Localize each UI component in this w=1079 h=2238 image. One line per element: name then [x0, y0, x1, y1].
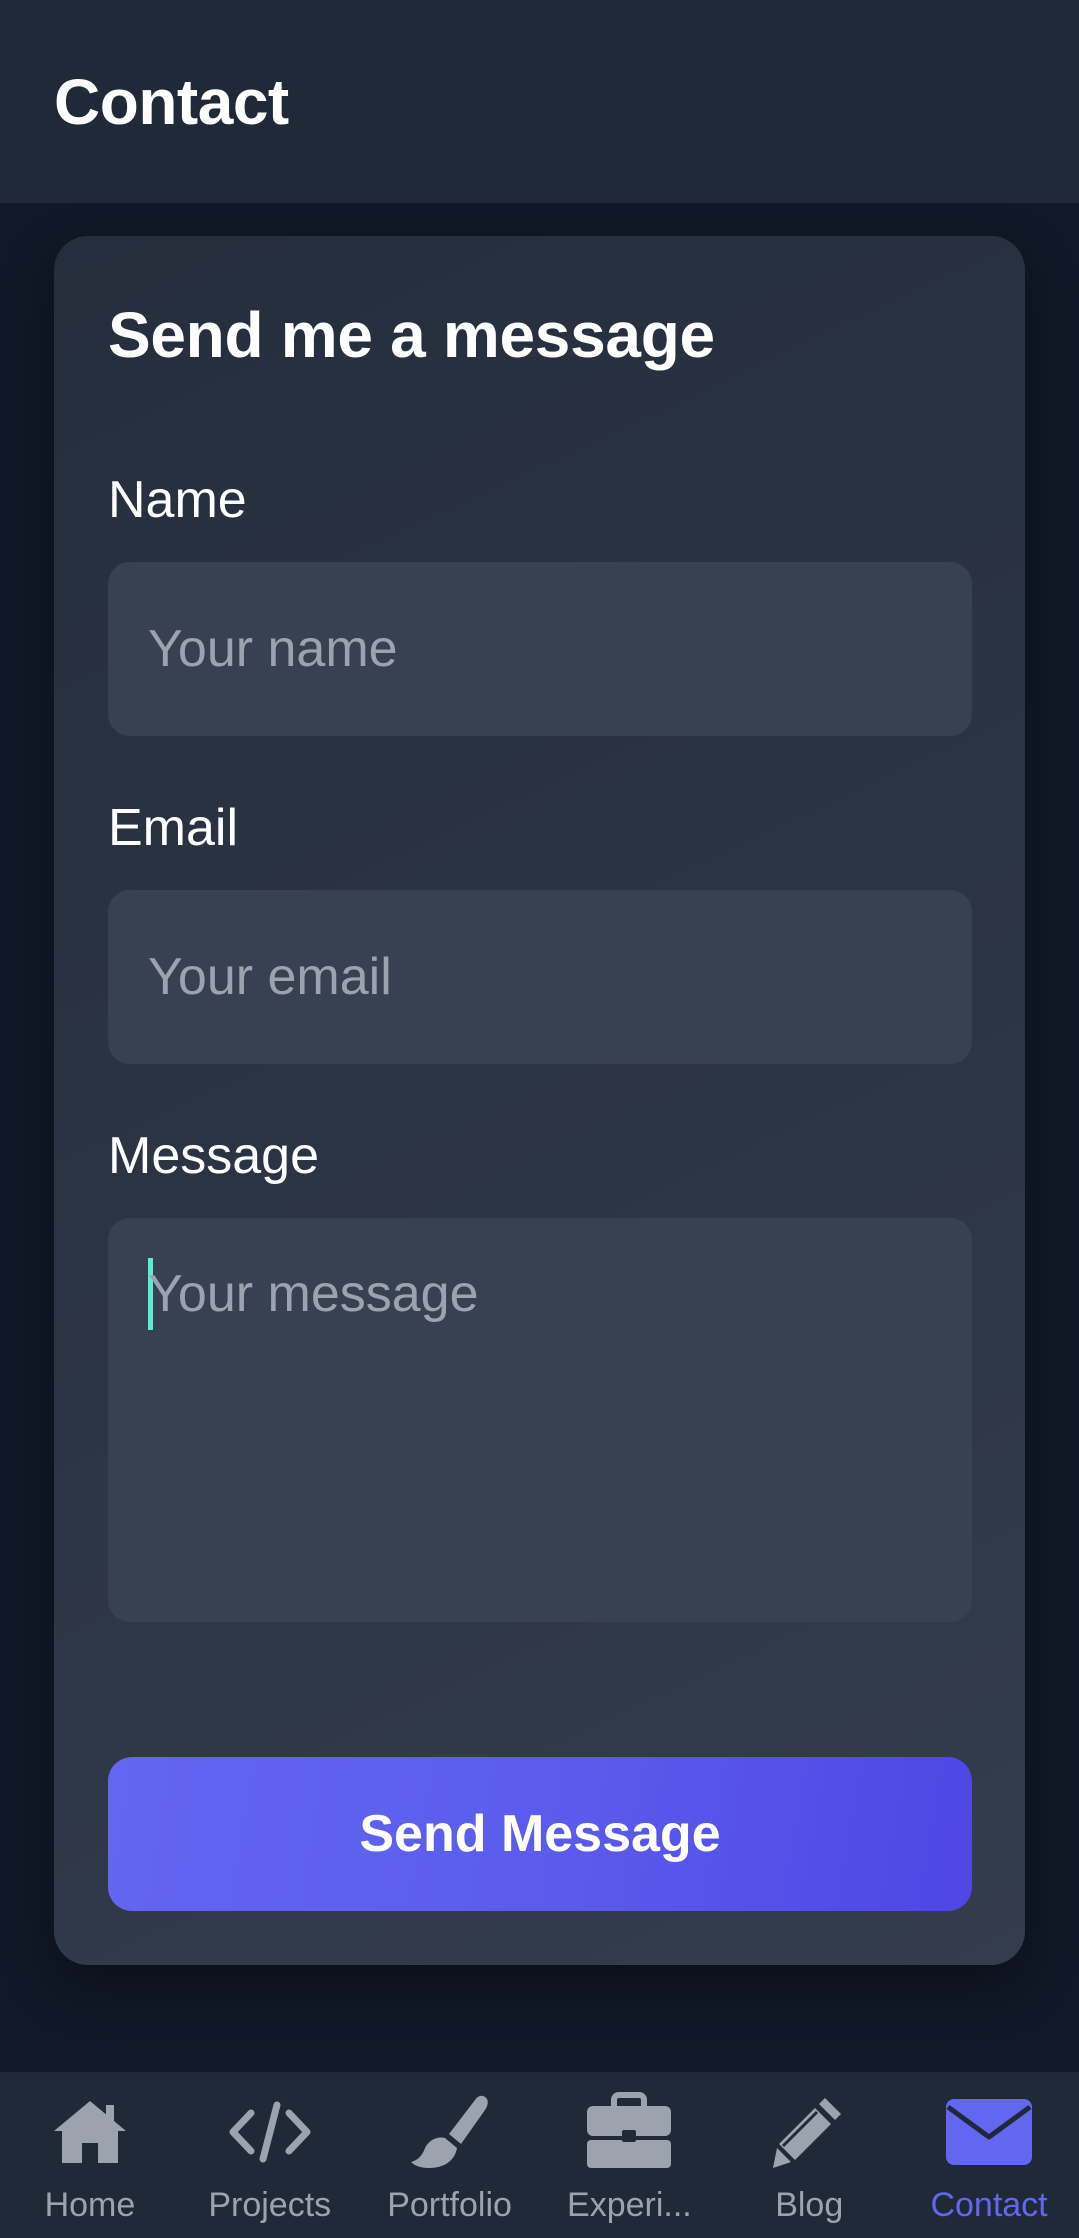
envelope-icon	[944, 2092, 1034, 2172]
send-message-button[interactable]: Send Message	[108, 1757, 972, 1911]
nav-item-portfolio[interactable]: Portfolio	[360, 2072, 540, 2238]
bottom-navigation: Home Projects Portfolio Experi... Blog C…	[0, 2072, 1079, 2238]
message-placeholder: Your message	[148, 1265, 479, 1323]
app-root: Contact Send me a message Name Your name…	[0, 0, 1079, 2238]
nav-label-blog: Blog	[775, 2186, 844, 2224]
pencil-icon	[764, 2092, 854, 2172]
form-title: Send me a message	[108, 299, 715, 371]
paintbrush-icon	[405, 2092, 495, 2172]
name-input[interactable]: Your name	[108, 562, 972, 736]
code-icon	[225, 2092, 315, 2172]
nav-label-portfolio: Portfolio	[387, 2186, 512, 2224]
message-textarea[interactable]: Your message	[108, 1218, 972, 1622]
briefcase-icon	[584, 2092, 674, 2172]
email-label: Email	[108, 799, 239, 857]
nav-label-experience: Experi...	[567, 2186, 692, 2224]
name-placeholder: Your name	[148, 620, 398, 678]
page-title: Contact	[54, 65, 289, 138]
nav-label-home: Home	[44, 2186, 136, 2224]
home-icon	[45, 2092, 135, 2172]
nav-label-projects: Projects	[208, 2186, 332, 2224]
email-placeholder: Your email	[148, 948, 392, 1006]
email-input[interactable]: Your email	[108, 890, 972, 1064]
nav-item-experience[interactable]: Experi...	[539, 2072, 719, 2238]
name-label: Name	[108, 471, 247, 529]
nav-item-home[interactable]: Home	[0, 2072, 180, 2238]
nav-item-projects[interactable]: Projects	[180, 2072, 360, 2238]
contact-form-card: Send me a message Name Your name Email Y…	[54, 236, 1025, 1965]
nav-item-contact[interactable]: Contact	[899, 2072, 1079, 2238]
nav-item-blog[interactable]: Blog	[719, 2072, 899, 2238]
nav-label-contact: Contact	[930, 2186, 1048, 2224]
message-label: Message	[108, 1127, 319, 1185]
app-header: Contact	[0, 0, 1079, 203]
